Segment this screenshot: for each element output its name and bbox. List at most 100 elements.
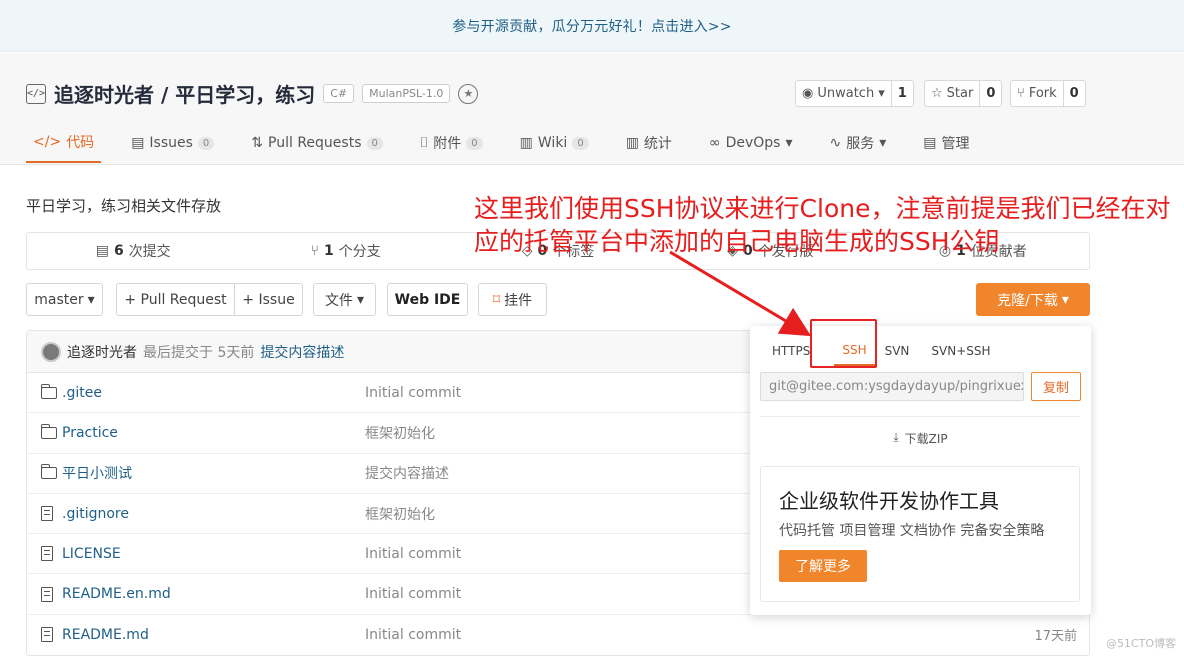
recommend-badge-icon[interactable]: ★	[458, 83, 479, 104]
repo-title[interactable]: 追逐时光者 / 平日学习，练习	[54, 79, 315, 108]
new-pull-request-button[interactable]: + Pull Request	[116, 283, 235, 316]
file-menu-button[interactable]: 文件 ▾	[313, 283, 376, 316]
commits-stat[interactable]: ▤ 6 次提交	[27, 233, 239, 269]
download-zip-link[interactable]: ⤓ 下载ZIP	[750, 430, 1091, 447]
copy-button[interactable]: 复制	[1031, 372, 1081, 401]
divider	[760, 416, 1080, 417]
file-commit-message[interactable]: Initial commit	[365, 586, 461, 602]
star-group: ☆ Star 0	[924, 80, 1003, 107]
file-name-link[interactable]: .gitee	[62, 385, 102, 401]
repo-header: </> 追逐时光者 / 平日学习，练习 C# MulanPSL-1.0 ★ ◉ U…	[0, 53, 1184, 165]
file-commit-message[interactable]: 框架初始化	[365, 504, 435, 524]
enterprise-subtitle: 代码托管 项目管理 文档协作 完备安全策略	[779, 523, 1045, 539]
repo-toolbar: master ▾ + Pull Request + Issue 文件 ▾ Web I…	[26, 283, 1090, 316]
file-name-link[interactable]: 平日小测试	[62, 463, 132, 483]
file-name-link[interactable]: .gitignore	[62, 506, 129, 522]
file-name-link[interactable]: LICENSE	[62, 546, 121, 562]
code-icon: </>	[33, 134, 62, 150]
download-icon: ⤓	[893, 430, 899, 444]
wiki-count: 0	[572, 136, 589, 150]
star-button[interactable]: ☆ Star	[925, 81, 981, 106]
watch-count[interactable]: 1	[892, 81, 913, 106]
fork-button[interactable]: ⑂ Fork	[1011, 81, 1064, 106]
tab-manage[interactable]: ▤ 管理	[916, 123, 976, 163]
clone-url-input[interactable]: git@gitee.com:ysgdaydayup/pingrixuexi.gi…	[760, 372, 1024, 401]
fork-count[interactable]: 0	[1064, 81, 1085, 106]
promo-banner: 参与开源贡献，瓜分万元好礼！点击进入>>	[0, 0, 1184, 52]
protocol-tabs: HTTPS SSH SVN SVN+SSH	[772, 336, 1013, 366]
widget-button[interactable]: ⌑ 挂件	[478, 283, 547, 316]
tab-attachments[interactable]: ⌷ 附件 0	[413, 123, 490, 163]
watch-group: ◉ Unwatch ▾ 1	[795, 80, 914, 107]
issues-icon: ▤	[131, 135, 145, 151]
chevron-down-icon: ▾	[356, 291, 365, 308]
file-name-link[interactable]: README.en.md	[62, 586, 171, 602]
eye-icon: ◉	[802, 86, 814, 101]
enterprise-title: 企业级软件开发协作工具	[779, 489, 999, 513]
commit-message-link[interactable]: 提交内容描述	[260, 342, 344, 362]
bookmark-icon: ⌑	[492, 291, 501, 308]
repo-code-icon: </>	[26, 83, 46, 104]
annotation-text: 这里我们使用SSH协议来进行Clone，注意前提是我们已经在对应的托管平台中添加…	[474, 194, 1171, 256]
folder-icon	[40, 383, 57, 400]
new-issue-button[interactable]: + Issue	[234, 283, 303, 316]
language-tag[interactable]: C#	[323, 84, 355, 103]
file-commit-message[interactable]: 提交内容描述	[365, 463, 449, 483]
commit-meta: 最后提交于 5天前	[143, 344, 255, 361]
file-row[interactable]: README.md Initial commit 17天前	[27, 615, 1089, 655]
tab-stats[interactable]: ▥ 统计	[619, 123, 679, 163]
stats-icon: ▥	[625, 135, 639, 151]
file-commit-time: 17天前	[1034, 629, 1077, 645]
learn-more-button[interactable]: 了解更多	[779, 550, 867, 582]
clone-dropdown: HTTPS SSH SVN SVN+SSH git@gitee.com:ysgd…	[750, 326, 1091, 615]
star-icon: ☆	[931, 86, 943, 101]
fork-icon: ⑂	[1017, 86, 1025, 101]
tab-code[interactable]: </> 代码	[26, 123, 102, 163]
file-commit-message[interactable]: Initial commit	[365, 546, 461, 562]
file-commit-message[interactable]: Initial commit	[365, 385, 461, 401]
pr-count: 0	[366, 136, 383, 150]
tab-issues[interactable]: ▤ Issues 0	[124, 123, 221, 163]
fork-group: ⑂ Fork 0	[1010, 80, 1086, 107]
file-name-link[interactable]: Practice	[62, 425, 118, 441]
devops-icon: ∞	[708, 135, 721, 151]
tab-pull-requests[interactable]: ⇅ Pull Requests 0	[244, 123, 390, 163]
enterprise-promo: 企业级软件开发协作工具 代码托管 项目管理 文档协作 完备安全策略 了解更多	[760, 466, 1080, 602]
tab-svn-ssh[interactable]: SVN+SSH	[931, 336, 1002, 366]
attachments-count: 0	[466, 136, 483, 150]
file-commit-message[interactable]: 框架初始化	[365, 423, 435, 443]
file-icon	[41, 546, 57, 562]
issues-count: 0	[197, 136, 215, 150]
avatar[interactable]	[41, 341, 61, 362]
manage-icon: ▤	[923, 135, 937, 151]
chevron-down-icon: ▾	[879, 135, 887, 151]
folder-icon	[40, 423, 57, 440]
attachment-icon: ⌷	[419, 135, 429, 151]
commit-icon: ▤	[95, 243, 109, 259]
tab-svn[interactable]: SVN	[885, 336, 922, 366]
license-tag[interactable]: MulanPSL-1.0	[362, 84, 451, 103]
wiki-icon: ▥	[519, 135, 533, 151]
clone-download-button[interactable]: 克隆/下载 ▾	[976, 283, 1090, 316]
chevron-down-icon: ▾	[785, 135, 793, 151]
folder-icon	[40, 464, 57, 480]
chevron-down-icon: ▾	[878, 86, 885, 101]
tab-wiki[interactable]: ▥ Wiki 0	[513, 123, 596, 163]
tab-devops[interactable]: ∞ DevOps ▾	[702, 123, 800, 163]
service-icon: ∿	[829, 135, 842, 151]
file-commit-message[interactable]: Initial commit	[365, 627, 461, 643]
branch-select[interactable]: master ▾	[26, 283, 103, 316]
branches-stat[interactable]: ⑂ 1 个分支	[239, 233, 451, 269]
unwatch-button[interactable]: ◉ Unwatch ▾	[796, 81, 892, 106]
web-ide-button[interactable]: Web IDE	[387, 283, 468, 316]
star-count[interactable]: 0	[980, 81, 1001, 106]
repo-tabs: </> 代码 ▤ Issues 0 ⇅ Pull Requests 0 ⌷ 附件 0 ▥ Wik…	[26, 123, 1000, 165]
repo-description: 平日学习，练习相关文件存放	[26, 197, 222, 215]
ssh-highlight-box	[810, 319, 877, 368]
file-icon	[41, 627, 57, 643]
file-name-link[interactable]: README.md	[62, 627, 149, 643]
watermark: @51CTO博客	[1105, 637, 1176, 650]
commit-author[interactable]: 追逐时光者	[67, 342, 137, 362]
promo-link[interactable]: 参与开源贡献，瓜分万元好礼！点击进入>>	[452, 16, 731, 36]
tab-service[interactable]: ∿ 服务 ▾	[823, 123, 894, 163]
